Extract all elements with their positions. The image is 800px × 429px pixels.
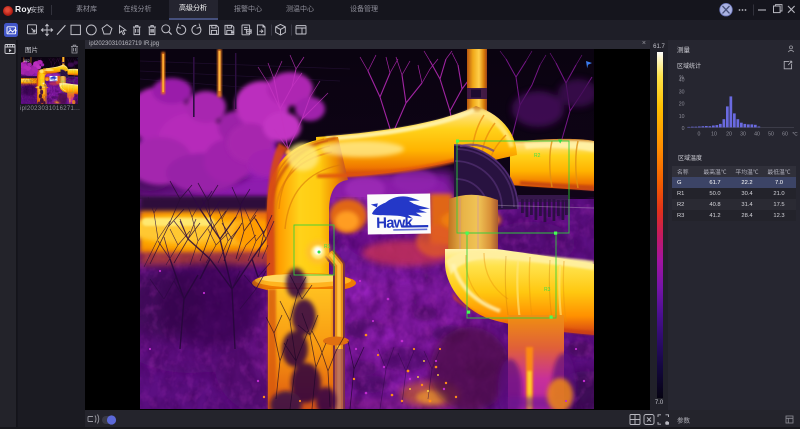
svg-text:20: 20 — [726, 132, 732, 138]
svg-text:20: 20 — [679, 102, 685, 108]
svg-text:℃: ℃ — [792, 132, 798, 138]
svg-text:30: 30 — [679, 90, 685, 96]
svg-text:50: 50 — [768, 132, 774, 138]
svg-text:60: 60 — [782, 132, 788, 138]
svg-text:参数: 参数 — [677, 416, 691, 425]
svg-text:0: 0 — [682, 126, 685, 132]
svg-text:30: 30 — [740, 132, 746, 138]
svg-text:40: 40 — [679, 78, 685, 84]
svg-text:10: 10 — [679, 114, 685, 120]
svg-text:10: 10 — [711, 132, 717, 138]
svg-text:40: 40 — [754, 132, 760, 138]
svg-text:0: 0 — [698, 132, 701, 138]
